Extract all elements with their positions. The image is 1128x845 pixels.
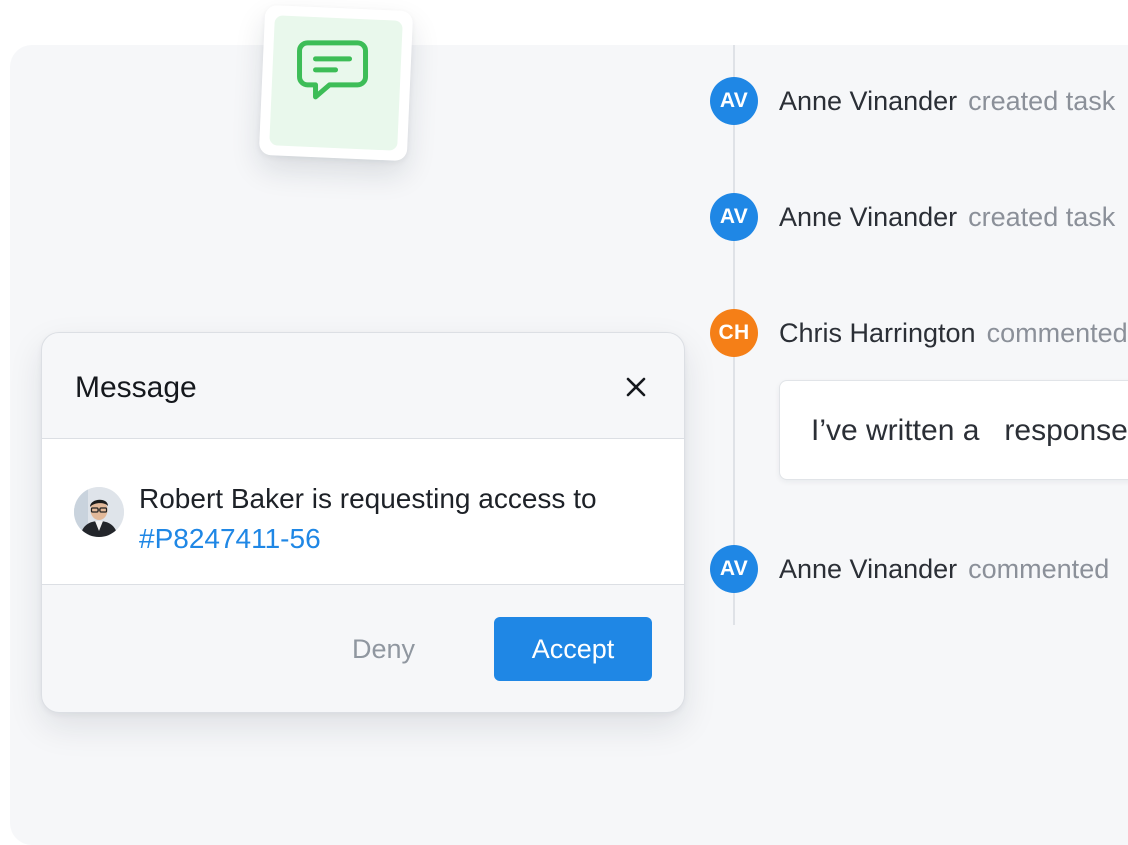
timeline-entry-text: Anne Vinander created task xyxy=(779,85,1116,116)
dialog-body: Robert Baker is requesting access to #P8… xyxy=(42,439,684,585)
timeline-action: commented xyxy=(986,317,1128,348)
avatar[interactable]: AV xyxy=(710,77,758,125)
timeline-item: AV Anne Vinander created task xyxy=(710,77,1115,125)
timeline-user-name[interactable]: Anne Vinander xyxy=(779,202,957,232)
dialog-header: Message xyxy=(42,333,684,439)
timeline-user-name[interactable]: Anne Vinander xyxy=(779,86,957,116)
request-message: Robert Baker is requesting access to xyxy=(139,483,597,514)
comment-box: I’ve written a response xyxy=(779,380,1128,480)
timeline-action: created task xyxy=(968,201,1116,232)
dialog-title: Message xyxy=(75,371,197,404)
dialog-footer: Deny Accept xyxy=(42,585,684,712)
chat-tile-background xyxy=(269,15,403,151)
timeline-action: commented xyxy=(968,553,1110,584)
timeline-entry-text: Chris Harrington commented xyxy=(779,317,1128,348)
chat-tile xyxy=(258,4,414,162)
avatar[interactable]: AV xyxy=(710,545,758,593)
close-icon xyxy=(626,377,646,397)
avatar[interactable]: AV xyxy=(710,193,758,241)
deny-button[interactable]: Deny xyxy=(340,617,427,681)
timeline-item: AV Anne Vinander commented xyxy=(710,545,1109,593)
user-photo-icon xyxy=(74,487,124,537)
timeline-entry-text: Anne Vinander created task xyxy=(779,201,1116,232)
timeline-action: created task xyxy=(968,85,1116,116)
accept-button[interactable]: Accept xyxy=(494,617,652,681)
access-request-text: Robert Baker is requesting access to #P8… xyxy=(139,479,659,559)
timeline-user-name[interactable]: Chris Harrington xyxy=(779,318,976,348)
timeline-item: AV Anne Vinander created task xyxy=(710,193,1115,241)
ticket-link[interactable]: #P8247411-56 xyxy=(139,519,659,559)
close-button[interactable] xyxy=(620,371,652,403)
timeline-user-name[interactable]: Anne Vinander xyxy=(779,554,957,584)
avatar xyxy=(74,487,124,537)
avatar[interactable]: CH xyxy=(710,309,758,357)
timeline-item: CH Chris Harrington commented xyxy=(710,309,1128,357)
message-dialog: Message Robert Baker is requesting acces… xyxy=(41,332,685,713)
chat-bubble-icon xyxy=(297,40,369,100)
timeline-entry-text: Anne Vinander commented xyxy=(779,553,1110,584)
